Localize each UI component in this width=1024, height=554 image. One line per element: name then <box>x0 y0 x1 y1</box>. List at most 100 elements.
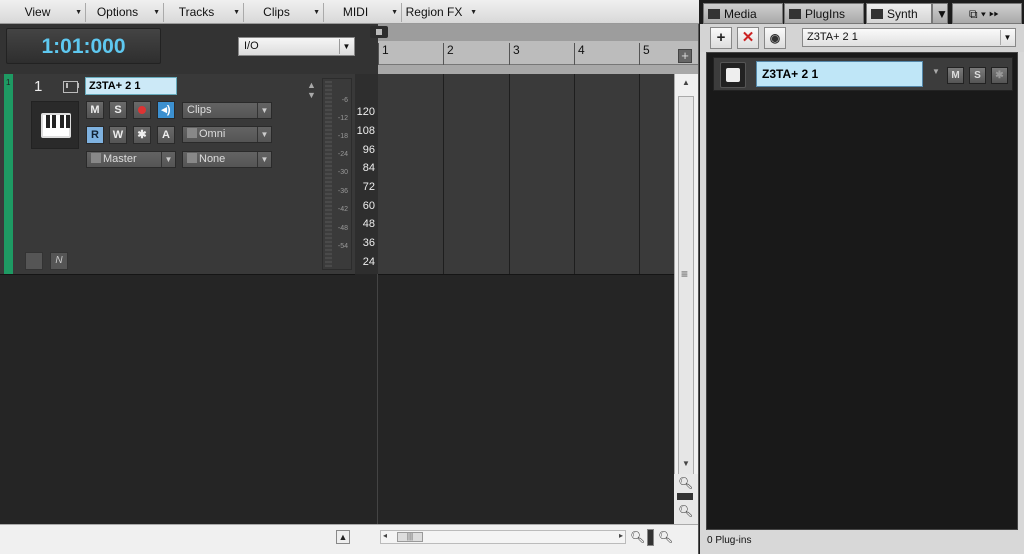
add-lane-button[interactable]: + <box>678 49 692 63</box>
clips-pane[interactable] <box>378 74 674 274</box>
note-axis: 120 108 96 84 72 60 48 36 24 <box>355 74 378 274</box>
synth-icon[interactable] <box>720 62 746 88</box>
keyboard-icon <box>63 81 79 93</box>
archive-button[interactable]: A <box>157 126 175 144</box>
ruler-mark: 4 <box>574 43 585 65</box>
scroll-left-icon[interactable]: ◂ <box>383 531 387 540</box>
read-automation-button[interactable]: R <box>86 126 104 144</box>
midi-channel-dropdown[interactable]: Omni ▼ <box>182 126 272 143</box>
bar-gridline <box>574 74 575 274</box>
chevron-down-icon[interactable]: ▼ <box>932 67 940 76</box>
chevron-down-icon: ▼ <box>153 9 160 16</box>
clips-empty-area[interactable] <box>378 274 674 524</box>
meter-label: -30 <box>337 169 348 176</box>
note-label: 60 <box>362 200 375 212</box>
vertical-scrollbar[interactable]: ▲ ≡ ▼ <box>674 74 698 524</box>
zoom-out-icon[interactable]: 🔍︎ <box>630 530 645 544</box>
synth-rack: Z3TA+ 2 1 ▼ M S ✱ <box>706 52 1018 530</box>
bar-gridline <box>639 74 640 274</box>
chevron-down-icon: ▼ <box>161 152 175 167</box>
chevron-down-icon: ▼ <box>75 9 82 16</box>
synth-solo-button[interactable]: S <box>969 67 986 84</box>
zoom-out-icon[interactable]: 🔍︎ <box>678 476 693 490</box>
options-menu[interactable]: Options ▼ <box>86 3 164 22</box>
note-label: 36 <box>362 237 375 249</box>
dock-options-button[interactable]: ⧉ ▾ ▸▸ <box>952 3 1022 24</box>
synth-properties-button[interactable]: ◉ <box>764 27 786 49</box>
input-dropdown[interactable]: Clips ▼ <box>182 102 272 119</box>
folder-icon <box>708 9 720 19</box>
now-time-marker[interactable] <box>370 26 388 38</box>
io-dropdown[interactable]: I/O ▼ <box>238 37 355 56</box>
meter-label: -12 <box>337 115 348 122</box>
pane-splitter[interactable] <box>355 274 378 524</box>
time-ruler[interactable]: 1 2 3 4 5 + <box>378 24 698 74</box>
note-label: 120 <box>356 106 375 118</box>
synth-mute-button[interactable]: M <box>947 67 964 84</box>
input-echo-button[interactable]: ◂) <box>157 101 175 119</box>
delete-synth-button[interactable]: ✕ <box>737 27 759 49</box>
synth-freeze-button[interactable]: ✱ <box>991 67 1008 84</box>
now-time-display[interactable]: 1:01:000 <box>6 28 161 64</box>
synth-rack-slot[interactable]: Z3TA+ 2 1 ▼ M S ✱ <box>713 57 1013 91</box>
zoom-in-icon[interactable]: 🔍︎ <box>678 504 693 518</box>
show-hide-icon[interactable]: ▲ <box>336 530 350 544</box>
tab-synth[interactable]: Synth <box>866 3 932 24</box>
track-inspector-icon[interactable] <box>25 252 43 270</box>
freeze-button[interactable]: ✱ <box>133 126 151 144</box>
track-folder-index: 1 <box>6 78 11 87</box>
synth-settings-icon: ◉ <box>769 31 781 45</box>
level-meter: -6 -12 -18 -24 -30 -36 -42 -48 -54 <box>322 78 352 270</box>
tab-media[interactable]: Media <box>703 3 783 24</box>
note-label: 96 <box>362 144 375 156</box>
vertical-zoom: 🔍︎ 🔍︎ <box>674 474 698 524</box>
output-icon <box>91 153 101 163</box>
horizontal-scrollbar[interactable]: ◂ ||| ▸ <box>380 530 626 544</box>
scroll-down-icon[interactable]: ▼ <box>682 459 690 468</box>
note-label: 24 <box>362 256 375 268</box>
solo-button[interactable]: S <box>109 101 127 119</box>
view-menu[interactable]: View ▼ <box>4 3 86 22</box>
record-icon <box>138 106 146 114</box>
bar-gridline <box>443 74 444 274</box>
patch-dropdown[interactable]: None ▼ <box>182 151 272 168</box>
meter-label: -48 <box>337 225 348 232</box>
patch-icon <box>187 153 197 163</box>
chevron-down-icon: ▼ <box>470 9 477 16</box>
chevron-down-icon: ▼ <box>257 127 271 142</box>
chevron-down-icon: ▼ <box>391 9 398 16</box>
zoom-slider[interactable] <box>677 493 693 500</box>
synth-select-dropdown[interactable]: Z3TA+ 2 1 ▼ <box>802 28 1016 47</box>
track-view: View ▼ Options ▼ Tracks ▼ Clips ▼ MIDI ▼ Regi… <box>0 0 699 554</box>
dock-icon: ⧉ ▾ ▸▸ <box>969 7 999 21</box>
grip-icon: ≡ <box>681 267 689 281</box>
clips-menu[interactable]: Clips ▼ <box>244 3 324 22</box>
output-dropdown[interactable]: Master ▼ <box>86 151 176 168</box>
scroll-up-icon[interactable]: ▲ <box>682 78 690 87</box>
track-list-empty-area[interactable] <box>0 274 378 524</box>
record-arm-button[interactable] <box>133 101 151 119</box>
scroll-right-icon[interactable]: ▸ <box>619 531 623 540</box>
region-fx-menu[interactable]: Region FX ▼ <box>402 3 480 22</box>
ruler-mark: 3 <box>509 43 520 65</box>
collapse-icon[interactable]: ▲ ▼ <box>307 80 316 100</box>
mute-button[interactable]: M <box>86 101 104 119</box>
zoom-slider[interactable] <box>647 529 654 546</box>
tab-plugins[interactable]: PlugIns <box>784 3 864 24</box>
write-automation-button[interactable]: W <box>109 126 127 144</box>
instrument-image[interactable] <box>31 101 79 149</box>
ruler-bar-band <box>378 41 698 65</box>
track-color-strip[interactable] <box>4 74 13 274</box>
plug-icon <box>789 9 801 19</box>
zoom-in-icon[interactable]: 🔍︎ <box>658 530 673 544</box>
tracks-menu[interactable]: Tracks ▼ <box>164 3 244 22</box>
synth-name-field[interactable]: Z3TA+ 2 1 <box>756 61 923 87</box>
tab-menu-button[interactable]: ▼ <box>932 3 948 24</box>
add-synth-button[interactable]: + <box>710 27 732 49</box>
note-label: 108 <box>356 125 375 137</box>
midi-menu[interactable]: MIDI ▼ <box>324 3 402 22</box>
automation-lane-icon[interactable]: N <box>50 252 68 270</box>
track-name-field[interactable]: Z3TA+ 2 1 <box>85 77 177 95</box>
scroll-thumb[interactable]: ||| <box>397 532 423 542</box>
multidock-panel: Media PlugIns Synth ▼ ⧉ ▾ ▸▸ + ✕ ◉ Z3TA+… <box>700 0 1024 554</box>
